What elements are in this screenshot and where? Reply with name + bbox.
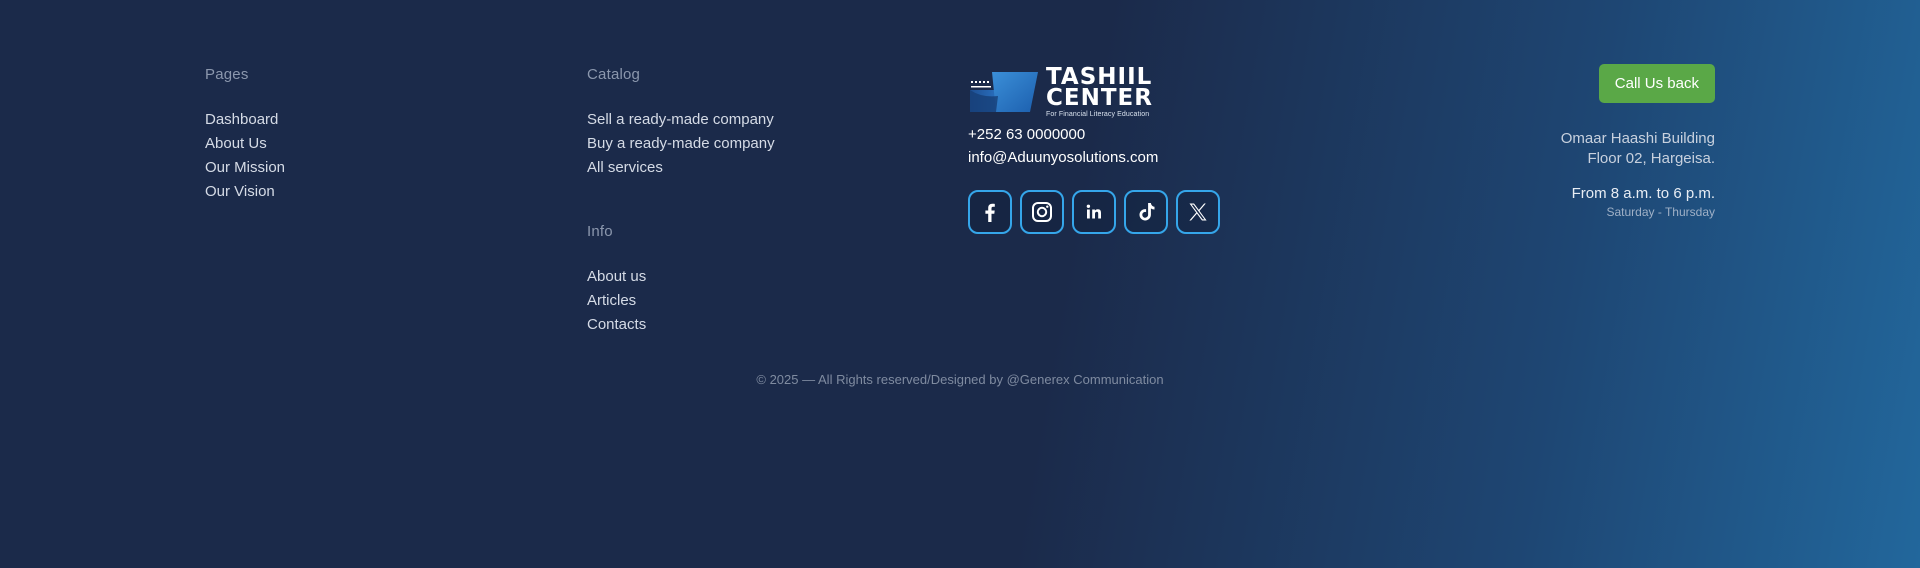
x-button[interactable] xyxy=(1176,190,1220,234)
linkedin-icon xyxy=(1086,204,1101,219)
logo-tagline: For Financial Literacy Education xyxy=(1046,110,1150,118)
logo-text: TASHIIL CENTER For Financial Literacy Ed… xyxy=(1046,65,1153,118)
phone-link[interactable]: +252 63 0000000 xyxy=(968,126,1220,143)
working-hours: From 8 a.m. to 6 p.m. xyxy=(1571,185,1715,202)
tiktok-icon xyxy=(1139,203,1155,221)
link-about[interactable]: About us xyxy=(587,268,646,286)
catalog-heading: Catalog xyxy=(587,66,641,83)
catalog-link-list: Sell a ready-made company Buy a ready-ma… xyxy=(587,111,775,177)
link-articles[interactable]: Articles xyxy=(587,292,636,310)
facebook-icon xyxy=(985,203,995,222)
link-buy-company[interactable]: Buy a ready-made company xyxy=(587,135,775,153)
tiktok-button[interactable] xyxy=(1124,190,1168,234)
instagram-icon xyxy=(1032,202,1052,222)
social-links xyxy=(968,190,1220,234)
pages-column: Pages Dashboard About Us Our Mission Our… xyxy=(205,66,285,207)
link-all-services[interactable]: All services xyxy=(587,159,663,177)
pages-heading: Pages xyxy=(205,66,249,83)
linkedin-button[interactable] xyxy=(1072,190,1116,234)
email-link[interactable]: info@Aduunyosolutions.com xyxy=(968,149,1220,166)
logo-mark-icon xyxy=(970,72,1038,112)
link-sell-company[interactable]: Sell a ready-made company xyxy=(587,111,774,129)
call-us-back-button[interactable]: Call Us back xyxy=(1598,64,1715,103)
link-about-us[interactable]: About Us xyxy=(205,135,267,153)
address: Omaar Haashi Building Floor 02, Hargeisa… xyxy=(1500,129,1715,169)
link-dashboard[interactable]: Dashboard xyxy=(205,111,278,129)
working-days: Saturday - Thursday xyxy=(1606,205,1716,219)
address-line-1: Omaar Haashi Building xyxy=(1560,130,1715,147)
site-footer: Pages Dashboard About Us Our Mission Our… xyxy=(0,0,1920,568)
copyright-text: © 2025 — All Rights reserved/Designed by… xyxy=(756,372,1164,387)
info-heading: Info xyxy=(587,223,613,240)
link-contacts[interactable]: Contacts xyxy=(587,316,646,334)
link-our-vision[interactable]: Our Vision xyxy=(205,183,275,201)
address-line-2: Floor 02, Hargeisa. xyxy=(1587,150,1715,167)
instagram-button[interactable] xyxy=(1020,190,1064,234)
logo-line-2: CENTER xyxy=(1046,84,1153,111)
tashiil-center-logo[interactable]: TASHIIL CENTER For Financial Literacy Ed… xyxy=(968,65,1220,118)
right-column: Call Us back Omaar Haashi Building Floor… xyxy=(1500,64,1716,219)
contact-column: TASHIIL CENTER For Financial Literacy Ed… xyxy=(968,65,1220,234)
info-link-list: About us Articles Contacts xyxy=(587,268,775,334)
facebook-button[interactable] xyxy=(968,190,1012,234)
catalog-column: Catalog Sell a ready-made company Buy a … xyxy=(587,66,775,340)
pages-link-list: Dashboard About Us Our Mission Our Visio… xyxy=(205,111,285,201)
x-icon xyxy=(1189,203,1207,221)
info-section: Info About us Articles Contacts xyxy=(587,223,775,334)
link-our-mission[interactable]: Our Mission xyxy=(205,159,285,177)
